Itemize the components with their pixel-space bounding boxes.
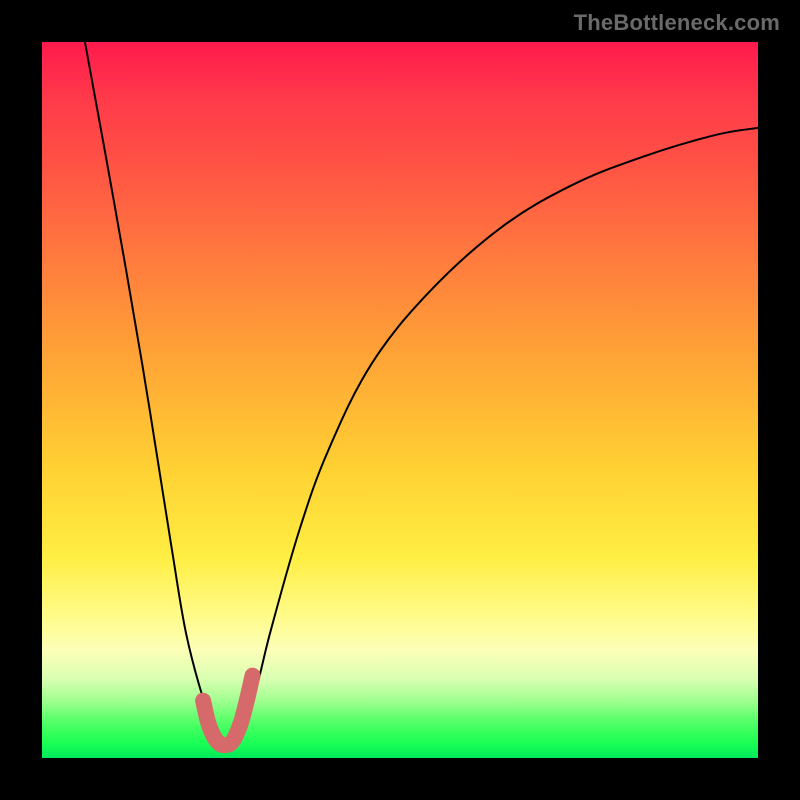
bottleneck-curve [85, 42, 758, 747]
watermark-text: TheBottleneck.com [574, 10, 780, 36]
fit-marker [203, 676, 252, 745]
chart-svg [42, 42, 758, 758]
